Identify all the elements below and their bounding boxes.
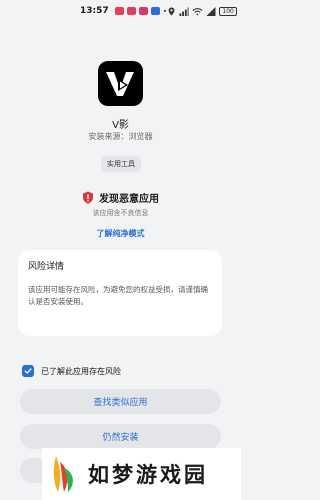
risk-acknowledge-row[interactable]: 已了解此应用存在风险 — [22, 365, 121, 377]
status-right: 100 — [167, 6, 237, 16]
cellular-icon — [206, 6, 216, 16]
risk-card-title: 风险详情 — [28, 262, 65, 272]
warning-subtitle: 该应用含不良信息 — [92, 209, 149, 217]
warning-row: 发现恶意应用 — [0, 190, 241, 205]
notification-icon — [138, 7, 148, 15]
pure-mode-link[interactable]: 了解纯净模式 — [0, 228, 241, 239]
app-name: V影 — [112, 120, 129, 131]
risk-details-card: 风险详情 该应用可能存在风险，为避免您的权益受损，请谨慎确认是否安装使用。 — [18, 250, 222, 336]
risk-acknowledge-label: 已了解此应用存在风险 — [41, 366, 121, 376]
v-logo-icon — [105, 71, 134, 96]
wifi-icon — [192, 7, 203, 15]
checkmark-icon — [24, 368, 32, 374]
notification-icon — [126, 7, 136, 15]
watermark-logo-icon — [53, 456, 73, 492]
status-bar: 13:57 • 100 — [0, 0, 241, 22]
risk-acknowledge-checkbox[interactable] — [22, 365, 34, 377]
notification-icon — [150, 7, 160, 15]
category-badge: 实用工具 — [101, 156, 141, 172]
install-anyway-button[interactable]: 仍然安装 — [20, 424, 221, 449]
watermark-text: 如梦游戏园 — [88, 462, 208, 487]
shield-warning-icon — [83, 191, 93, 204]
battery-indicator: 100 — [219, 6, 237, 16]
risk-card-body: 该应用可能存在风险，为避免您的权益受损，请谨慎确认是否安装使用。 — [28, 285, 208, 306]
warning-title: 发现恶意应用 — [99, 194, 159, 205]
app-icon — [98, 61, 143, 106]
find-similar-button[interactable]: 查找类似应用 — [20, 389, 221, 414]
location-icon — [168, 6, 175, 16]
install-source: 安装来源：浏览器 — [88, 132, 153, 141]
status-left: 13:57 • — [80, 6, 167, 16]
notification-icon — [114, 7, 124, 15]
signal-icon — [179, 6, 189, 16]
status-time: 13:57 — [80, 6, 109, 16]
watermark: 如梦游戏园 — [42, 448, 241, 500]
